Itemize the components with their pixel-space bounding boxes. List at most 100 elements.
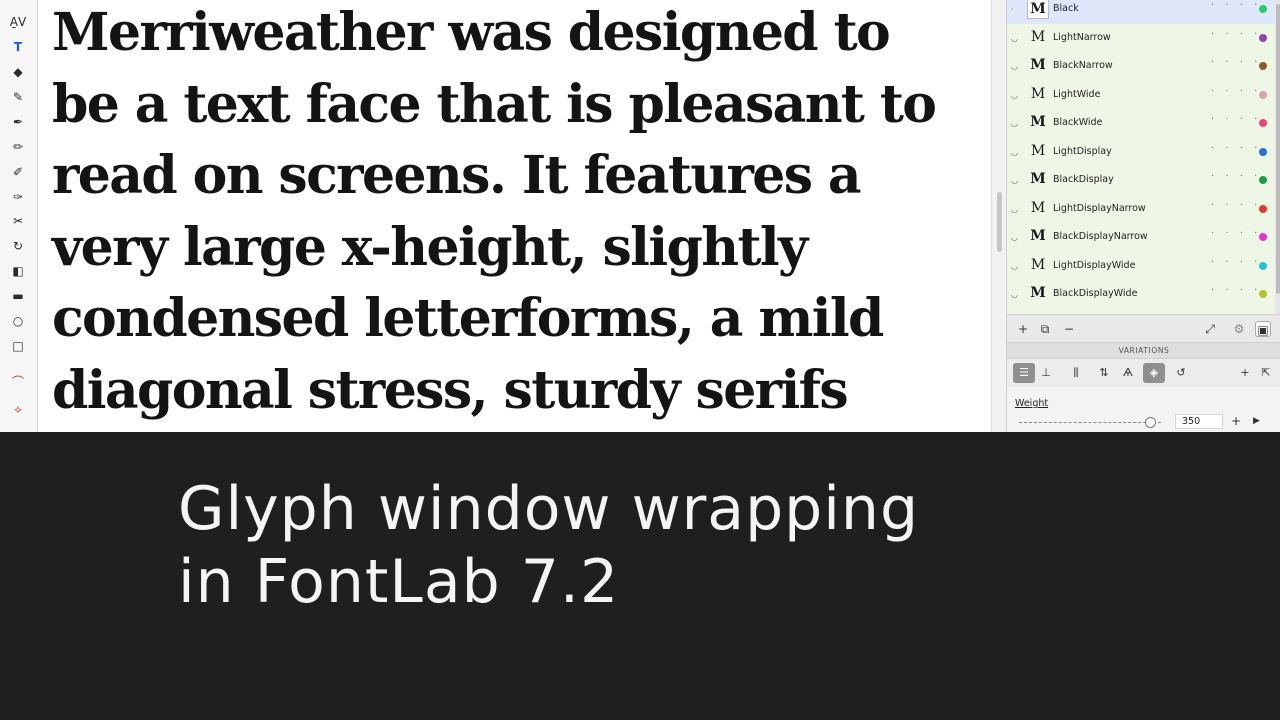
master-color-swatch[interactable] <box>1259 90 1267 99</box>
eraser-icon[interactable]: ◆ <box>7 62 29 82</box>
rapid-pen-icon[interactable]: ✐ <box>7 162 29 182</box>
eye-icon[interactable]: ◡ <box>1011 233 1018 242</box>
sample-text[interactable]: Merriweather was designed to be a text f… <box>52 0 982 426</box>
master-color-swatch[interactable] <box>1259 62 1267 70</box>
master-flags[interactable]: · · · · <box>1211 86 1261 97</box>
masters-scrollbar[interactable] <box>1275 0 1280 314</box>
master-name: BlackDisplayWide <box>1053 288 1138 299</box>
master-color-swatch[interactable] <box>1259 290 1267 298</box>
master-color-swatch[interactable] <box>1259 204 1267 213</box>
export-icon[interactable]: ⇱ <box>1255 363 1277 383</box>
eye-icon[interactable]: ◡ <box>1011 290 1018 299</box>
kerning-icon[interactable]: A̱V <box>7 12 29 32</box>
play-icon[interactable]: ▶ <box>1253 416 1260 426</box>
add-master-button[interactable]: + <box>1015 321 1031 337</box>
master-row[interactable]: ◡ M LightDisplay · · · · <box>1007 138 1275 167</box>
master-row[interactable]: ◡ M LightDisplayNarrow · · · · <box>1007 195 1275 224</box>
pen-icon[interactable]: ✒ <box>7 112 29 132</box>
text-tool-icon[interactable]: T <box>7 37 29 57</box>
weight-slider-track[interactable] <box>1019 422 1161 423</box>
weight-value-field[interactable]: 350 <box>1175 414 1223 429</box>
masters-footer: + ⧉ − ⤢ ⚙ ▣ <box>1007 314 1280 342</box>
glyph-window-canvas[interactable]: Merriweather was designed to be a text f… <box>39 0 991 432</box>
eye-icon[interactable]: ◡ <box>1011 262 1018 271</box>
add-axis-button[interactable]: + <box>1234 363 1256 383</box>
sort-icon[interactable]: ⇅ <box>1093 363 1115 383</box>
master-flags[interactable]: · · · · <box>1211 228 1261 239</box>
master-color-swatch[interactable] <box>1259 119 1267 127</box>
master-flags[interactable]: · · · · <box>1211 114 1261 125</box>
master-color-swatch[interactable] <box>1259 33 1267 42</box>
reset-icon[interactable]: ↺ <box>1170 363 1192 383</box>
brush-icon[interactable]: ✎ <box>7 87 29 107</box>
master-flags[interactable]: · · · · <box>1211 171 1261 182</box>
master-glyph-preview: M <box>1030 28 1046 45</box>
axis-icon[interactable]: ⊥ <box>1035 363 1057 383</box>
ruler-icon[interactable]: ▬ <box>7 286 29 306</box>
rectangle-icon[interactable]: □ <box>7 336 29 356</box>
master-flags[interactable]: · · · · <box>1211 285 1261 296</box>
masters-icon[interactable]: ⫼ <box>1065 363 1087 383</box>
rotate-icon[interactable]: ↻ <box>7 236 29 256</box>
master-color-swatch[interactable] <box>1259 233 1267 241</box>
eye-icon[interactable]: ◡ <box>1011 91 1018 100</box>
master-name: LightDisplayWide <box>1053 259 1136 271</box>
duplicate-master-icon[interactable]: ⧉ <box>1037 321 1053 337</box>
master-color-swatch[interactable] <box>1259 5 1267 13</box>
remove-master-button[interactable]: − <box>1061 321 1077 337</box>
master-flags[interactable]: · · · · <box>1211 257 1261 268</box>
eye-icon[interactable]: ◡ <box>1011 34 1018 43</box>
master-color-swatch[interactable] <box>1259 147 1267 156</box>
weight-slider-thumb[interactable] <box>1144 417 1156 428</box>
eye-icon[interactable]: ◡ <box>1011 176 1018 185</box>
master-glyph-preview: M <box>1030 142 1046 159</box>
fill-icon[interactable]: ◧ <box>7 261 29 281</box>
master-flags[interactable]: · · · · <box>1211 0 1261 11</box>
masters-panel: · M Black · · · · ◡ M LightNarrow · · · · ◡ M Blac… <box>1006 0 1280 432</box>
master-flags[interactable]: · · · · <box>1211 29 1261 40</box>
master-row[interactable]: ◡ M LightNarrow · · · · <box>1007 24 1275 53</box>
master-flags[interactable]: · · · · <box>1211 57 1261 68</box>
master-color-swatch[interactable] <box>1259 261 1267 270</box>
master-flags[interactable]: · · · · <box>1211 200 1261 211</box>
canvas-scrollbar-thumb[interactable] <box>997 192 1002 252</box>
pencil-icon[interactable]: ✏ <box>7 137 29 157</box>
master-name: LightDisplay <box>1053 145 1112 157</box>
eye-icon[interactable]: ◡ <box>1011 148 1018 157</box>
tools-toolbar: A̱V T ◆ ✎ ✒ ✏ ✐ ✑ ✂ ↻ ◧ ▬ ○ □ ⌒ ⟡ <box>0 0 38 432</box>
master-name: LightNarrow <box>1053 31 1111 43</box>
layers-icon[interactable]: ◈ <box>1143 363 1165 383</box>
master-row[interactable]: ◡ M BlackDisplayWide · · · · <box>1007 280 1275 309</box>
masters-scrollbar-thumb[interactable] <box>1276 4 1280 294</box>
master-color-swatch[interactable] <box>1259 176 1267 184</box>
master-row[interactable]: ◡ M BlackDisplay · · · · <box>1007 166 1275 195</box>
master-row[interactable]: ◡ M LightDisplayWide · · · · <box>1007 252 1275 281</box>
canvas-scrollbar[interactable] <box>991 0 1006 432</box>
eye-icon[interactable]: ◡ <box>1011 119 1018 128</box>
master-name: BlackNarrow <box>1053 60 1113 71</box>
master-row[interactable]: ◡ M BlackNarrow · · · · <box>1007 52 1275 81</box>
master-name: LightWide <box>1053 88 1101 100</box>
sliders-icon[interactable]: ☰ <box>1013 363 1035 383</box>
eye-icon[interactable]: · <box>1011 5 1014 14</box>
guide-icon[interactable]: ⟡ <box>7 399 29 419</box>
panel-toggle-icon[interactable]: ▣ <box>1255 321 1271 337</box>
master-row[interactable]: · M Black · · · · <box>1007 0 1275 24</box>
compass-icon[interactable]: Ѧ <box>1117 363 1139 383</box>
add-instance-button[interactable]: + <box>1231 414 1241 428</box>
master-row[interactable]: ◡ M LightWide · · · · <box>1007 81 1275 110</box>
knife-icon[interactable]: ✂ <box>7 211 29 231</box>
master-name: Black <box>1053 3 1079 14</box>
fontlab-window: A̱V T ◆ ✎ ✒ ✏ ✐ ✑ ✂ ↻ ◧ ▬ ○ □ ⌒ ⟡ Merriweather was desi… <box>0 0 1280 432</box>
power-brush-icon[interactable]: ✑ <box>7 187 29 207</box>
master-flags[interactable]: · · · · <box>1211 143 1261 154</box>
master-row[interactable]: ◡ M BlackWide · · · · <box>1007 109 1275 138</box>
arc-icon[interactable]: ⌒ <box>7 372 29 392</box>
eye-icon[interactable]: ◡ <box>1011 205 1018 214</box>
fit-icon[interactable]: ⤢ <box>1202 321 1218 337</box>
master-row[interactable]: ◡ M BlackDisplayNarrow · · · · <box>1007 223 1275 252</box>
axis-slider-area: Weight 350 + ▶ <box>1007 387 1280 432</box>
gear-icon[interactable]: ⚙ <box>1231 321 1247 337</box>
ellipse-icon[interactable]: ○ <box>7 311 29 331</box>
eye-icon[interactable]: ◡ <box>1011 62 1018 71</box>
